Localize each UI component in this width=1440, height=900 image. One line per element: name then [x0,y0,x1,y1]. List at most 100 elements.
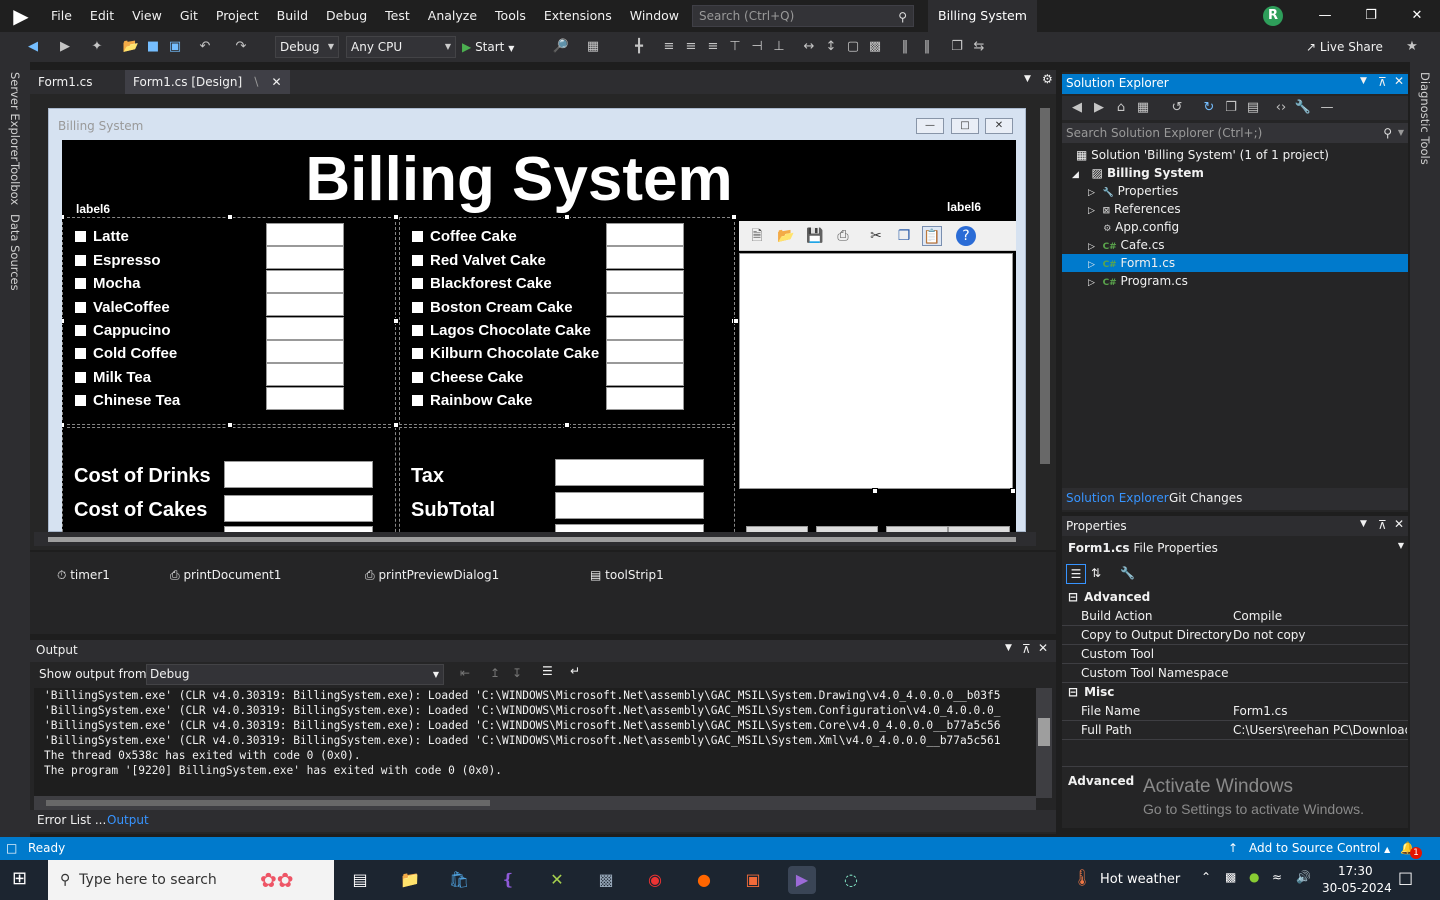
checkbox-box[interactable] [75,348,86,359]
menu-edit[interactable]: Edit [81,0,123,32]
menu-analyze[interactable]: Analyze [419,0,486,32]
tree-item-program-cs[interactable]: ▷ C# Program.cs [1088,272,1188,290]
checkbox-box[interactable] [412,372,423,383]
subtotal-input[interactable] [555,492,704,519]
xampp-icon[interactable]: ▣ [739,866,767,894]
tree-item-properties[interactable]: ▷ 🔧 Properties [1088,182,1178,200]
close-icon[interactable]: ✕ [1394,517,1404,531]
cakes-checkbox[interactable]: Kilburn Chocolate Cake [412,344,599,364]
drinks-quantity-input[interactable] [266,269,344,293]
output-source-select[interactable]: Debug ▼ [146,664,444,685]
checkbox-box[interactable] [75,395,86,406]
diagnostic-tools-tab[interactable]: Diagnostic Tools [1418,72,1432,165]
save-icon[interactable]: ■ [144,38,162,56]
minus-icon[interactable]: — [1318,99,1336,117]
vs-code-icon[interactable]: ❴ [494,866,522,894]
visual-studio-taskbar-icon[interactable]: ▶ [788,866,816,894]
checkbox-box[interactable] [75,325,86,336]
tree-item-form1-cs[interactable]: ▷ C# Form1.cs [1088,254,1175,272]
chrome-icon[interactable]: ◉ [641,866,669,894]
menu-extensions[interactable]: Extensions [535,0,621,32]
pin-icon[interactable]: ⊼ [1378,518,1387,532]
spacing-remove-icon[interactable]: ‖ [918,38,936,56]
checkbox-box[interactable] [412,395,423,406]
drinks-quantity-input[interactable] [266,386,344,410]
firefox-icon[interactable]: ● [690,866,718,894]
cakes-quantity-input[interactable] [606,386,684,410]
drinks-checkbox[interactable]: Milk Tea [75,368,151,388]
cakes-checkbox[interactable]: Boston Cream Cake [412,298,573,318]
form-client-area[interactable]: Billing System label6 label6 Latte Espres… [62,140,1016,532]
dropdown-icon[interactable]: ▼ [1360,519,1367,529]
designer-vertical-scrollbar[interactable] [1040,108,1050,464]
tab-error-list[interactable]: Error List ... [37,813,106,827]
align-top-icon[interactable]: ⊤ [726,38,744,56]
menu-tools[interactable]: Tools [486,0,535,32]
store-icon[interactable]: 🛍 [445,866,473,894]
cakes-quantity-input[interactable] [606,293,684,317]
tray-item-timer1[interactable]: ⏱ timer1 [57,568,110,583]
close-icon[interactable]: ✕ [1394,74,1404,88]
network-app-icon[interactable]: ▩ [592,866,620,894]
cakes-checkbox[interactable]: Cheese Cake [412,368,523,388]
output-vertical-scrollbar[interactable] [1036,688,1052,798]
help-icon[interactable]: ? [956,226,976,246]
cut-icon[interactable]: ✂ [866,226,886,246]
cakes-checkbox[interactable]: Lagos Chocolate Cake [412,321,591,341]
start-button[interactable]: ▶ Start ▼ [462,32,514,62]
paste-icon[interactable]: 📋 [922,226,942,246]
data-sources-tab[interactable]: Data Sources [8,214,22,291]
volume-icon[interactable]: 🔊 [1296,870,1311,884]
cost-of-drinks-input[interactable] [224,461,373,488]
new-icon[interactable]: 🗎 [747,226,767,246]
categorized-icon[interactable]: ☰ [1066,564,1086,584]
drinks-quantity-input[interactable] [266,316,344,340]
pin-icon[interactable]: ⊼ [1378,75,1387,89]
switch-views-icon[interactable]: ▦ [1134,99,1152,117]
tree-project[interactable]: ◢ ▨ Billing System [1072,164,1204,182]
cakes-quantity-input[interactable] [606,316,684,340]
back-icon[interactable]: ◀ [24,38,42,56]
checkbox-box[interactable] [75,278,86,289]
tray-chevron-icon[interactable]: ⌃ [1201,870,1211,884]
wifi-icon[interactable]: ≈ [1272,870,1282,884]
drinks-quantity-input[interactable] [266,340,344,363]
go-to-message-icon[interactable]: ⇤ [460,666,470,680]
tray-item-printdocument1[interactable]: ⎙ printDocument1 [170,568,281,583]
category-misc[interactable]: ⊟ Misc [1062,683,1408,702]
resize-handle[interactable] [1010,488,1016,494]
menu-build[interactable]: Build [268,0,317,32]
alphabetical-icon[interactable]: ⇅ [1091,566,1101,580]
order-icon[interactable]: ❐ [948,38,966,56]
save-all-icon[interactable]: ▣ [166,38,184,56]
menu-view[interactable]: View [123,0,171,32]
resize-handle[interactable] [564,422,570,428]
minimize-icon[interactable]: — [1302,0,1348,32]
tool-strip[interactable]: 🗎 📂 💾 ⎙ ✂ ❐ 📋 ? [739,221,1016,251]
cakes-quantity-input[interactable] [606,363,684,387]
next-message-icon[interactable]: ↧ [512,666,522,680]
align-middle-icon[interactable]: ⊣ [748,38,766,56]
feedback-icon[interactable]: ★ [1403,38,1421,56]
same-size-icon[interactable]: ▢ [844,38,862,56]
print-icon[interactable]: ⎙ [833,226,853,246]
previous-message-icon[interactable]: ↥ [490,666,500,680]
cakes-checkbox[interactable]: Red Valvet Cake [412,251,546,271]
spacing-icon[interactable]: ‖ [896,38,914,56]
taskbar-search-input[interactable]: ⚲ Type here to search ✿✿ [48,860,334,900]
show-all-files-icon[interactable]: ▤ [1244,99,1262,117]
size-to-grid-icon[interactable]: ▩ [866,38,884,56]
tray-app2-icon[interactable]: ● [1249,870,1259,884]
menu-debug[interactable]: Debug [317,0,376,32]
category-advanced[interactable]: ⊟ Advanced [1062,588,1408,607]
scroll-thumb[interactable] [48,537,1016,542]
property-row[interactable]: Custom Tool [1062,645,1408,664]
undo-icon[interactable]: ↶ [196,38,214,56]
sync-icon[interactable]: ↻ [1200,99,1218,117]
drinks-checkbox[interactable]: Mocha [75,274,141,294]
dropdown-icon[interactable]: ▼ [1005,643,1012,653]
resize-handle[interactable] [393,422,399,428]
checkbox-box[interactable] [75,255,86,266]
forward-icon[interactable]: ▶ [56,38,74,56]
checkbox-box[interactable] [412,325,423,336]
